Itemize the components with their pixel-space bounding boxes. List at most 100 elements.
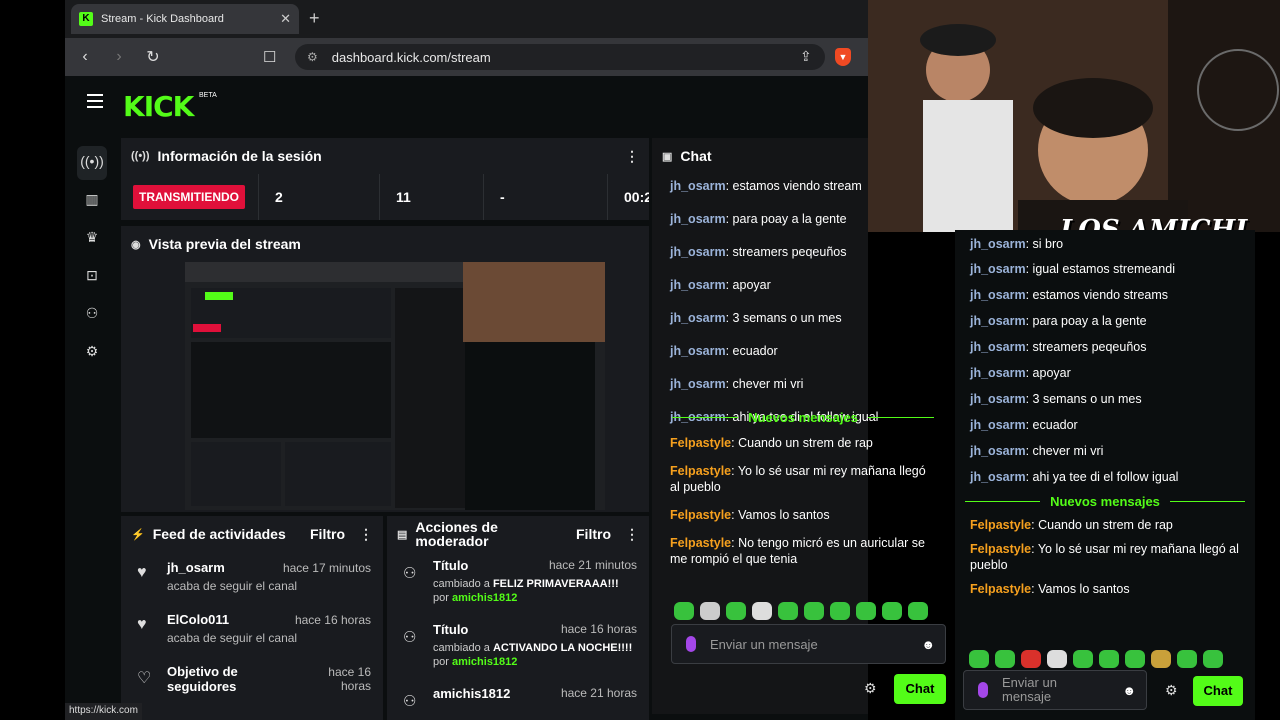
more-options-icon[interactable]: ⋮ (625, 148, 639, 165)
overlay-chat-message: Felpastyle: Cuando un strem de rap (970, 518, 1173, 532)
overlay-chat-message: jh_osarm: streamers peqeuños (970, 340, 1147, 354)
chat-title: Chat (680, 148, 712, 164)
chat-message: jh_osarm: apoyar (670, 278, 771, 292)
left-black-margin (0, 0, 65, 720)
stream-nav-icon[interactable]: ((•)) (77, 146, 107, 180)
preview-thumbnail (185, 262, 605, 510)
overlay-chat-message: jh_osarm: estamos viendo streams (970, 288, 1169, 302)
tab-strip: K Stream - Kick Dashboard ✕ + (65, 0, 868, 38)
mod-actions-panel: ▤ Acciones de moderador Filtro ⋮ ⚇ Títul… (387, 516, 649, 720)
clips-nav-icon[interactable]: ⊡ (77, 260, 107, 298)
user-edit-icon: ⚇ (403, 565, 417, 582)
mod-item-time: hace 16 horas (560, 622, 637, 636)
chat-message: Felpastyle: Cuando un strem de rap (670, 436, 873, 450)
emoji-icon[interactable]: ☻ (1122, 683, 1136, 698)
chat-message: Felpastyle: Vamos lo santos (670, 508, 830, 522)
feed-more-icon[interactable]: ⋮ (359, 526, 373, 543)
forward-icon[interactable]: › (105, 48, 133, 66)
browser-tab[interactable]: K Stream - Kick Dashboard ✕ (71, 4, 299, 34)
chat-input[interactable]: Enviar un mensaje ☻ (671, 624, 946, 664)
settings-nav-icon[interactable]: ⚙ (77, 336, 107, 374)
side-nav: ((•)) ▥ ♛ ⊡ ⚇ ⚙ (77, 146, 107, 374)
overlay-chat-message: jh_osarm: igual estamos stremeandi (970, 262, 1175, 276)
chat-settings-icon[interactable]: ⚙ (864, 680, 877, 697)
beta-badge: BETA (199, 92, 217, 99)
kick-favicon-icon: K (79, 12, 93, 26)
chat-new-messages: Nuevos mensajes Felpastyle: Cuando un st… (652, 404, 954, 571)
overlay-chat-input[interactable]: Enviar un mensaje ☻ (963, 670, 1147, 710)
mod-item-detail: cambiado a FELIZ PRIMAVERAAA!!! por amich… (433, 578, 619, 604)
address-bar[interactable]: ⚙ dashboard.kick.com/stream (295, 44, 825, 70)
doc-icon: ▤ (397, 528, 408, 541)
preview-icon: ◉ (131, 238, 141, 251)
feed-title: Feed de actividades (152, 526, 286, 542)
site-settings-icon[interactable]: ⚙ (307, 50, 318, 64)
mod-more-icon[interactable]: ⋮ (625, 526, 639, 543)
feed-filter-button[interactable]: Filtro (310, 526, 345, 542)
heart-icon: ♥ (137, 564, 147, 581)
session-title: Información de la sesión (157, 148, 322, 164)
overlay-chat-settings-icon[interactable]: ⚙ (1165, 682, 1178, 699)
share-icon[interactable]: ⇪ (800, 48, 812, 65)
heart-icon: ♥ (137, 616, 147, 633)
chat-message: Felpastyle: No tengo micró es un auricul… (670, 536, 925, 566)
chat-message: jh_osarm: 3 semans o un mes (670, 311, 842, 325)
url-bar: ‹ › ↻ ☐ ⚙ dashboard.kick.com/stream ⇪ ▼ (65, 38, 868, 76)
subs-stat: - (483, 174, 607, 220)
chat-message: jh_osarm: chever mi vri (670, 377, 804, 391)
broadcast-icon: ((•)) (131, 150, 150, 162)
close-tab-icon[interactable]: ✕ (280, 11, 291, 27)
viewers-stat: 2 (258, 174, 378, 220)
mod-item: ⚇ Título hace 16 horas cambiado a ACTIVA… (387, 616, 649, 680)
stream-preview-panel: ◉ Vista previa del stream (121, 226, 649, 512)
mic-icon[interactable] (978, 682, 988, 698)
reload-icon[interactable]: ↻ (139, 47, 167, 67)
mod-item-time: hace 21 minutos (548, 558, 637, 572)
feed-item: ♥ jh_osarm hace 17 minutos acaba de segu… (121, 552, 383, 604)
feed-item-time: hace 17 minutos (282, 561, 371, 575)
mod-filter-button[interactable]: Filtro (576, 526, 611, 542)
menu-icon[interactable] (87, 94, 103, 112)
mod-title: Acciones de moderador (415, 519, 498, 549)
status-bar-url: https://kick.com (65, 703, 142, 720)
preview-title: Vista previa del stream (148, 236, 301, 252)
url-text: dashboard.kick.com/stream (331, 49, 491, 65)
new-messages-divider: Nuevos mensajes (662, 410, 944, 425)
feed-item: ♥ ElColo011 hace 16 horas acaba de segui… (121, 604, 383, 656)
overlay-chat-message: Felpastyle: Yo lo sé usar mi rey mañana … (970, 542, 1239, 572)
community-nav-icon[interactable]: ⚇ (77, 298, 107, 336)
new-tab-icon[interactable]: + (309, 8, 320, 29)
overlay-chat-message: jh_osarm: si bro (970, 237, 1064, 251)
mod-item: ⚇ Título hace 21 minutos cambiado a FELI… (387, 552, 649, 616)
webcam-overlay: LOS AMICHI (868, 0, 1280, 232)
overlay-chat-message: jh_osarm: chever mi vri (970, 444, 1104, 458)
bookmark-icon[interactable]: ☐ (263, 48, 276, 66)
session-stats: TRANSMITIENDO 2 11 - 00:2 (121, 174, 649, 220)
overlay-chat-message: Felpastyle: Vamos lo santos (970, 582, 1130, 596)
mod-item: ⚇ amichis1812 hace 21 horas (387, 680, 649, 710)
chat-message: jh_osarm: streamers peqeuños (670, 245, 847, 259)
feed-item-name: Objetivo de seguidores (167, 664, 238, 694)
chat-message: Felpastyle: Yo lo sé usar mi rey mañana … (670, 464, 926, 494)
mod-item-detail: cambiado a ACTIVANDO LA NOCHE!!!! por am… (433, 642, 633, 668)
trophy-nav-icon[interactable]: ♛ (77, 222, 107, 260)
overlay-chat-send-button[interactable]: Chat (1193, 676, 1243, 706)
feed-item-time: hace 16 horas (294, 613, 371, 627)
kick-logo[interactable]: KICK (123, 90, 194, 123)
user-edit-icon: ⚇ (403, 693, 417, 710)
chat-send-button[interactable]: Chat (894, 674, 946, 704)
duration-stat: 00:2 (607, 174, 649, 220)
feed-item: ♡ Objetivo de seguidores hace 16 horas (121, 656, 383, 708)
emoji-icon[interactable]: ☻ (921, 637, 935, 652)
analytics-nav-icon[interactable]: ▥ (77, 184, 107, 222)
stream-preview-video[interactable] (185, 262, 605, 510)
live-badge: TRANSMITIENDO (133, 185, 245, 209)
tab-title: Stream - Kick Dashboard (101, 13, 224, 25)
overlay-chat-placeholder: Enviar un mensaje (1002, 675, 1057, 704)
mic-icon[interactable] (686, 636, 696, 652)
feed-item-time: hace 16 horas (328, 665, 371, 693)
back-icon[interactable]: ‹ (71, 48, 99, 66)
emote-bar[interactable] (654, 596, 948, 626)
brave-shield-icon[interactable]: ▼ (835, 48, 851, 66)
overlay-chat: jh_osarm: si bro jh_osarm: igual estamos… (955, 230, 1255, 720)
